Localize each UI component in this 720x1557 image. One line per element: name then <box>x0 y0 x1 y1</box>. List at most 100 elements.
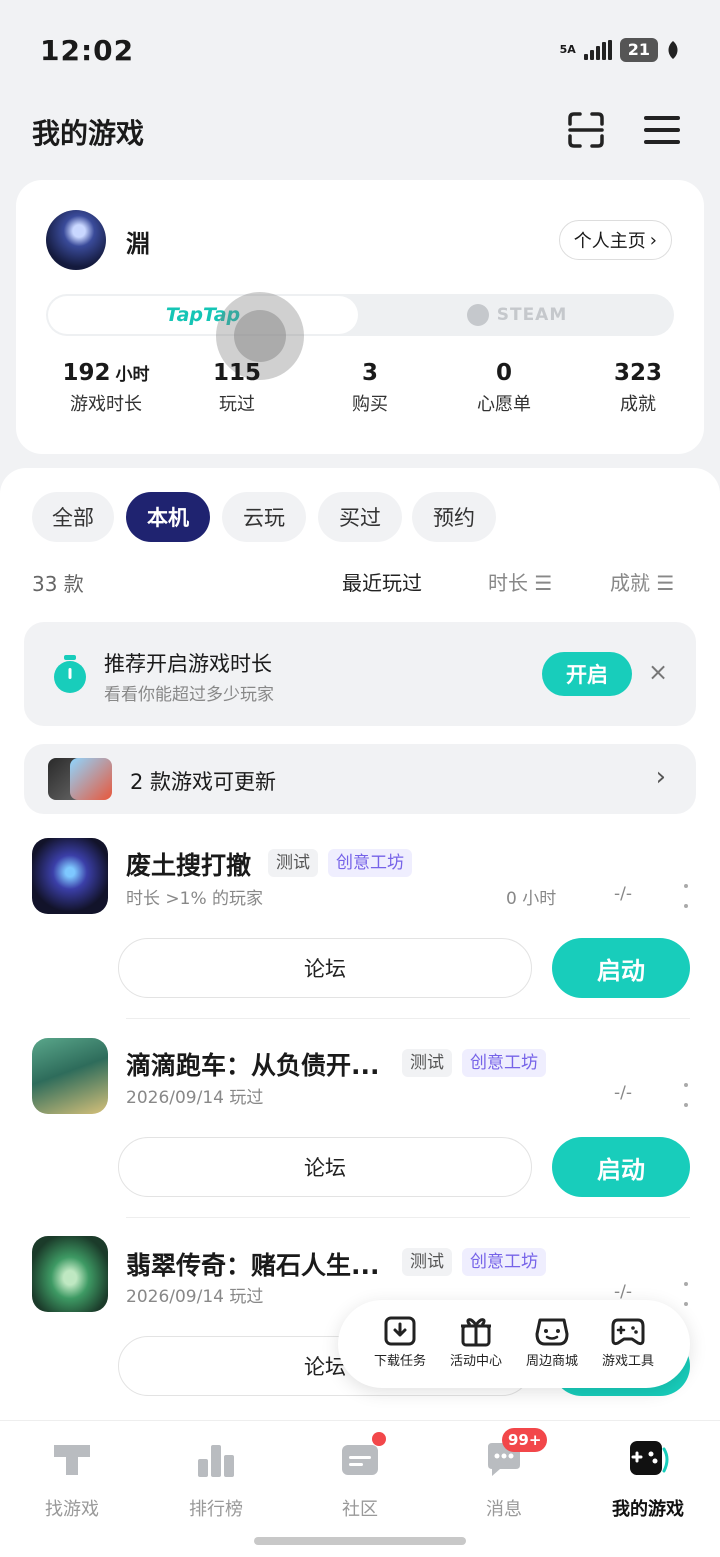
platform-taptap[interactable]: TapTap <box>48 296 358 334</box>
sort-recent[interactable]: 最近玩过 <box>342 567 422 596</box>
filter-chip-all[interactable]: 全部 <box>32 492 114 542</box>
tag-workshop: 创意工坊 <box>462 1248 546 1276</box>
game-title[interactable]: 废土搜打撤 <box>126 846 251 882</box>
stat-value: 115 <box>212 360 261 386</box>
game-title[interactable]: 翡翠传奇：赌石人生... <box>126 1246 380 1282</box>
download-icon <box>384 1316 416 1346</box>
stat-value: 3 <box>361 360 378 386</box>
nav-label: 社区 <box>342 1499 378 1520</box>
stat-label: 游戏时长 <box>70 394 142 415</box>
community-badge-dot <box>372 1432 386 1446</box>
chevron-right-icon: › <box>649 229 657 251</box>
avatar[interactable] <box>46 210 106 270</box>
sort-duration[interactable]: 时长 ☰ <box>488 567 552 596</box>
nav-label: 消息 <box>486 1499 522 1520</box>
playtime-banner: 推荐开启游戏时长 看看你能超过多少玩家 开启 × <box>24 622 696 726</box>
stat-label: 购买 <box>352 394 388 415</box>
quick-label: 下载任务 <box>373 1354 426 1369</box>
tag-test: 测试 <box>268 849 318 877</box>
nav-community[interactable]: 社区 <box>288 1437 432 1521</box>
store-icon <box>535 1318 569 1346</box>
stat-achievements[interactable]: 323 成就 <box>578 360 698 416</box>
game-hours: 0 小时 <box>506 889 557 909</box>
status-indicators: 5A 21 <box>560 38 680 62</box>
game-achievements: -/- <box>614 1083 632 1103</box>
quick-download-tasks[interactable]: 下载任务 <box>360 1314 440 1369</box>
updates-row[interactable]: 2 款游戏可更新 › <box>24 744 696 814</box>
quick-menu: 下载任务 活动中心 周边商城 游戏工具 <box>338 1300 690 1388</box>
quick-game-tools[interactable]: 游戏工具 <box>588 1314 668 1369</box>
forum-button[interactable]: 论坛 <box>118 938 532 998</box>
game-count: 33 款 <box>32 572 84 596</box>
taptap-logo-icon <box>54 1445 90 1475</box>
platform-toggle: TapTap STEAM <box>46 294 674 336</box>
platform-steam-label: STEAM <box>496 305 568 325</box>
stat-label: 心愿单 <box>477 394 531 415</box>
stat-value: 323 <box>613 360 662 386</box>
messages-badge: 99+ <box>502 1428 548 1452</box>
leaf-icon <box>668 41 678 59</box>
quick-merch-store[interactable]: 周边商城 <box>512 1314 592 1369</box>
game-icon[interactable] <box>32 838 108 914</box>
divider <box>126 1217 690 1218</box>
stat-label: 玩过 <box>219 394 255 415</box>
username: 淵 <box>126 230 150 258</box>
banner-title: 推荐开启游戏时长 <box>104 652 272 676</box>
launch-button[interactable]: 启动 <box>552 1137 690 1197</box>
game-subtitle: 时长 >1% 的玩家 <box>126 889 264 909</box>
ranking-icon <box>198 1445 234 1477</box>
timer-icon <box>54 655 86 693</box>
home-indicator[interactable] <box>254 1537 466 1545</box>
quick-label: 周边商城 <box>525 1354 578 1369</box>
filter-chip-bought[interactable]: 买过 <box>318 492 402 542</box>
more-icon[interactable] <box>684 1282 688 1306</box>
nav-my-games[interactable]: 我的游戏 <box>576 1437 720 1521</box>
filter-chip-reserved[interactable]: 预约 <box>412 492 496 542</box>
tag-test: 测试 <box>402 1248 452 1276</box>
nav-rankings[interactable]: 排行榜 <box>144 1437 288 1521</box>
scan-icon[interactable] <box>566 110 606 150</box>
filter-chip-cloud[interactable]: 云玩 <box>222 492 306 542</box>
nav-find-games[interactable]: 找游戏 <box>0 1437 144 1521</box>
stat-purchased[interactable]: 3 购买 <box>310 360 430 416</box>
menu-icon[interactable] <box>642 110 682 150</box>
tag-test: 测试 <box>402 1049 452 1077</box>
my-games-icon <box>630 1441 669 1475</box>
page-title: 我的游戏 <box>32 117 145 150</box>
gamepad-icon <box>611 1318 645 1346</box>
network-label: 5A <box>559 43 576 56</box>
tag-workshop: 创意工坊 <box>328 849 412 877</box>
game-achievements: -/- <box>614 1282 632 1302</box>
stat-unit: 小时 <box>115 365 150 385</box>
sort-achievements[interactable]: 成就 ☰ <box>610 567 674 596</box>
homepage-button[interactable]: 个人主页 › <box>558 220 672 260</box>
quick-label: 游戏工具 <box>601 1354 654 1369</box>
stat-wishlist[interactable]: 0 心愿单 <box>444 360 564 416</box>
signal-icon <box>583 40 612 60</box>
nav-label: 我的游戏 <box>612 1499 684 1520</box>
more-icon[interactable] <box>684 884 688 908</box>
game-subtitle: 2026/09/14 玩过 <box>126 1287 264 1307</box>
forum-button[interactable]: 论坛 <box>118 1137 532 1197</box>
filter-chip-local[interactable]: 本机 <box>126 492 210 542</box>
stat-label: 成就 <box>620 394 656 415</box>
steam-logo-icon <box>466 304 489 326</box>
nav-messages[interactable]: 消息 <box>432 1437 576 1521</box>
game-icon[interactable] <box>32 1038 108 1114</box>
more-icon[interactable] <box>684 1083 688 1107</box>
quick-label: 活动中心 <box>449 1354 502 1369</box>
banner-subtitle: 看看你能超过多少玩家 <box>104 685 274 705</box>
enable-playtime-button[interactable]: 开启 <box>542 652 632 696</box>
stat-played[interactable]: 115 玩过 <box>177 360 297 416</box>
launch-button[interactable]: 启动 <box>552 938 690 998</box>
game-title[interactable]: 滴滴跑车：从负债开... <box>126 1046 380 1082</box>
close-icon[interactable]: × <box>648 658 668 686</box>
quick-activity-center[interactable]: 活动中心 <box>436 1314 516 1369</box>
stat-playtime[interactable]: 192 小时 游戏时长 <box>46 360 166 416</box>
platform-steam[interactable]: STEAM <box>360 294 674 336</box>
nav-label: 排行榜 <box>189 1499 243 1520</box>
stat-value: 192 <box>62 360 111 386</box>
updates-text: 2 款游戏可更新 <box>130 770 277 794</box>
game-icon[interactable] <box>32 1236 108 1312</box>
battery-icon: 21 <box>619 38 658 62</box>
